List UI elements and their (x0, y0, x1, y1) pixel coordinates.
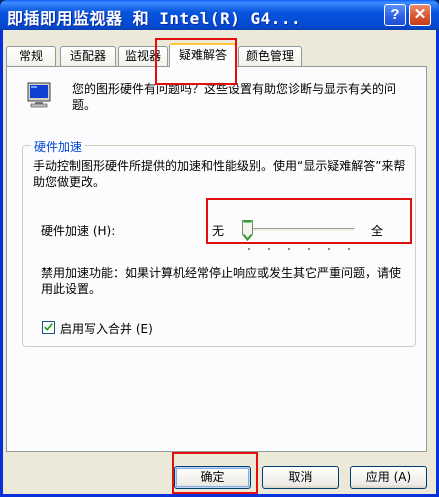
tab-general[interactable]: 常规 (6, 46, 56, 66)
slider-tick (288, 248, 290, 250)
tab-adapter[interactable]: 适配器 (60, 46, 116, 66)
monitor-icon (27, 82, 51, 108)
cancel-button[interactable]: 取消 (262, 466, 339, 489)
write-combining-label[interactable]: 启用写入合并 (E) (60, 320, 153, 337)
tab-strip: 常规 适配器 监视器 疑难解答 颜色管理 (6, 43, 426, 67)
slider-tick (348, 248, 350, 250)
title-bar[interactable]: 即插即用监视器 和 Intel(R) G4... ? ✕ (0, 0, 439, 30)
tab-monitor[interactable]: 监视器 (118, 46, 168, 66)
slider-min-label: 无 (212, 224, 225, 238)
slider-max-label: 全 (371, 224, 384, 238)
ok-button[interactable]: 确定 (174, 466, 251, 489)
slider-tick (268, 248, 270, 250)
hardware-acceleration-description: 手动控制图形硬件所提供的加速和性能级别。使用“显示疑难解答”来帮助您做更改。 (33, 159, 406, 189)
window-title: 即插即用监视器 和 Intel(R) G4... (7, 9, 302, 28)
disable-acceleration-note: 禁用加速功能：如果计算机经常停止响应或发生其它严重问题，请使用此设置。 (41, 266, 402, 296)
hardware-acceleration-legend: 硬件加速 (31, 138, 86, 155)
tab-color-management[interactable]: 颜色管理 (238, 46, 302, 66)
slider-tick (328, 248, 330, 250)
slider-tick (308, 248, 310, 250)
help-button[interactable]: ? (384, 4, 406, 26)
acceleration-slider-track[interactable] (245, 228, 355, 232)
apply-button[interactable]: 应用 (A) (350, 466, 427, 489)
tab-troubleshoot[interactable]: 疑难解答 (169, 43, 237, 67)
hardware-acceleration-label: 硬件加速 (H): (41, 224, 116, 238)
check-mark-icon (44, 323, 53, 331)
acceleration-slider-thumb[interactable] (242, 220, 253, 241)
write-combining-checkbox[interactable] (42, 321, 55, 334)
slider-tick (248, 248, 250, 250)
close-button[interactable]: ✕ (409, 4, 431, 26)
troubleshoot-description: 您的图形硬件有问题吗？这些设置有助您诊断与显示有关的问题。 (72, 82, 397, 112)
